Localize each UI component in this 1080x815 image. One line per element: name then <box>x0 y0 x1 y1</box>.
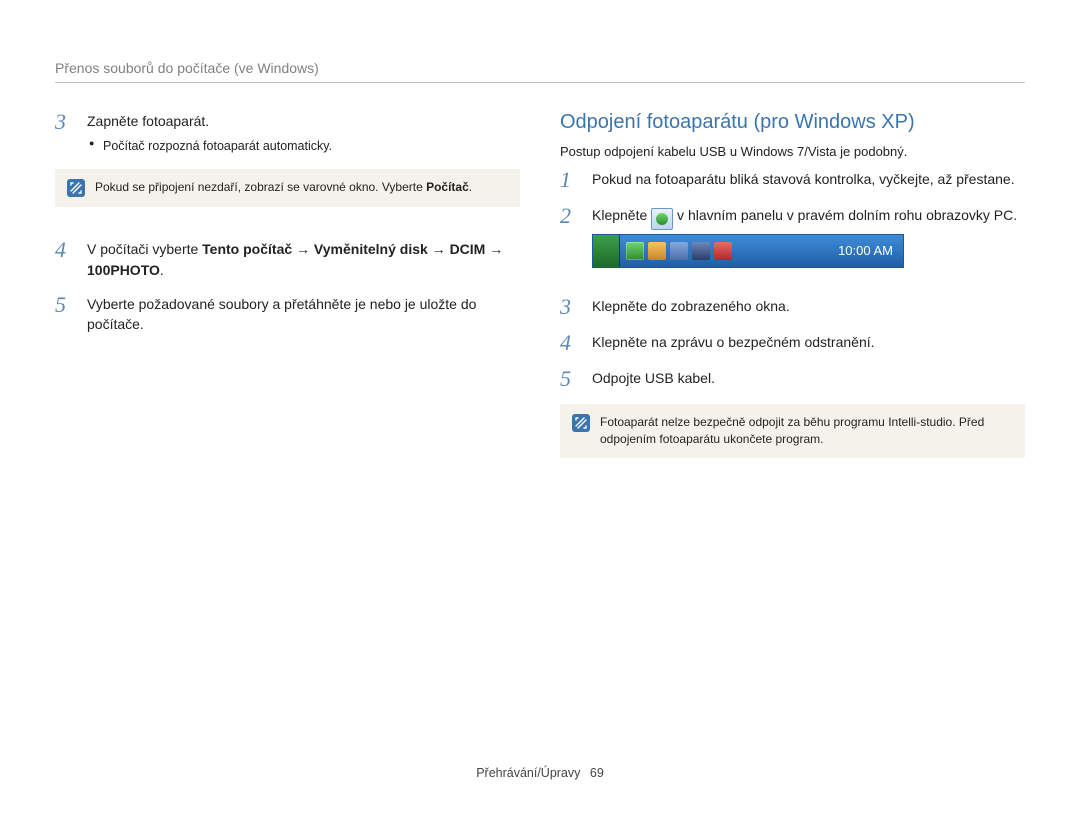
system-tray <box>620 242 828 260</box>
t: Klepněte <box>592 207 651 223</box>
t: v hlavním panelu v pravém dolním rohu ob… <box>673 207 1017 223</box>
t: → <box>292 241 314 257</box>
step-text: V počítači vyberte Tento počítač → Vyměn… <box>87 239 520 280</box>
step-4: 4 V počítači vyberte Tento počítač → Vym… <box>55 239 520 280</box>
page-header: Přenos souborů do počítače (ve Windows) <box>55 60 1025 83</box>
note-text: Fotoaparát nelze bezpečně odpojit za běh… <box>600 414 1013 448</box>
r-step-3: 3 Klepněte do zobrazeného okna. <box>560 296 1025 318</box>
note-line: Pokud se připojení nezdaří, zobrazí se v… <box>95 180 426 194</box>
step-number: 1 <box>560 169 578 191</box>
t: Vyměnitelný disk <box>314 241 428 257</box>
section-intro: Postup odpojení kabelu USB u Windows 7/V… <box>560 144 1025 159</box>
step-text: Klepněte v hlavním panelu v pravém dolní… <box>592 205 1025 282</box>
left-column: 3 Zapněte fotoaparát. Počítač rozpozná f… <box>55 111 520 476</box>
footer-page-number: 69 <box>590 766 604 780</box>
step-number: 5 <box>560 368 578 390</box>
t: V počítači vyberte <box>87 241 202 257</box>
step-number: 3 <box>55 111 73 133</box>
tray-icon <box>714 242 732 260</box>
taskbar-screenshot: 10:00 AM <box>592 234 904 268</box>
note-box: Pokud se připojení nezdaří, zobrazí se v… <box>55 169 520 207</box>
note-icon <box>67 179 85 197</box>
manual-page: Přenos souborů do počítače (ve Windows) … <box>0 0 1080 815</box>
t: → <box>428 241 450 257</box>
t: . <box>160 262 164 278</box>
page-footer: Přehrávání/Úpravy 69 <box>0 766 1080 780</box>
note-suffix: . <box>469 180 472 194</box>
t: DCIM <box>450 241 486 257</box>
bullet-item: Počítač rozpozná fotoaparát automaticky. <box>89 137 520 155</box>
note-box: Fotoaparát nelze bezpečně odpojit za běh… <box>560 404 1025 458</box>
step-number: 4 <box>560 332 578 354</box>
step-number: 3 <box>560 296 578 318</box>
tray-icon <box>692 242 710 260</box>
step-title: Zapněte fotoaparát. <box>87 113 209 129</box>
taskbar-clock: 10:00 AM <box>828 242 903 261</box>
tray-icon <box>670 242 688 260</box>
content-columns: 3 Zapněte fotoaparát. Počítač rozpozná f… <box>55 111 1025 476</box>
tray-icon <box>648 242 666 260</box>
t: → <box>485 241 503 257</box>
step-number: 4 <box>55 239 73 261</box>
step-number: 2 <box>560 205 578 227</box>
step-text: Vyberte požadované soubory a přetáhněte … <box>87 294 520 335</box>
note-bold: Počítač <box>426 180 469 194</box>
step-3: 3 Zapněte fotoaparát. Počítač rozpozná f… <box>55 111 520 225</box>
right-column: Odpojení fotoaparátu (pro Windows XP) Po… <box>560 111 1025 476</box>
step-text: Zapněte fotoaparát. Počítač rozpozná fot… <box>87 111 520 225</box>
note-text: Pokud se připojení nezdaří, zobrazí se v… <box>95 179 508 196</box>
step-text: Klepněte na zprávu o bezpečném odstraněn… <box>592 332 1025 352</box>
t: Tento počítač <box>202 241 292 257</box>
t: 100PHOTO <box>87 262 160 278</box>
r-step-1: 1 Pokud na fotoaparátu bliká stavová kon… <box>560 169 1025 191</box>
step-text: Klepněte do zobrazeného okna. <box>592 296 1025 316</box>
step-number: 5 <box>55 294 73 316</box>
section-title: Odpojení fotoaparátu (pro Windows XP) <box>560 111 1025 134</box>
footer-section: Přehrávání/Úpravy <box>476 766 580 780</box>
start-button-edge <box>593 235 620 267</box>
step-text: Pokud na fotoaparátu bliká stavová kontr… <box>592 169 1025 189</box>
step-5: 5 Vyberte požadované soubory a přetáhnět… <box>55 294 520 335</box>
r-step-4: 4 Klepněte na zprávu o bezpečném odstran… <box>560 332 1025 354</box>
step-bullets: Počítač rozpozná fotoaparát automaticky. <box>87 137 520 155</box>
step-text: Odpojte USB kabel. <box>592 368 1025 388</box>
r-step-5: 5 Odpojte USB kabel. <box>560 368 1025 390</box>
safely-remove-tray-icon <box>626 242 644 260</box>
r-step-2: 2 Klepněte v hlavním panelu v pravém dol… <box>560 205 1025 282</box>
note-icon <box>572 414 590 432</box>
safely-remove-icon <box>651 208 673 230</box>
